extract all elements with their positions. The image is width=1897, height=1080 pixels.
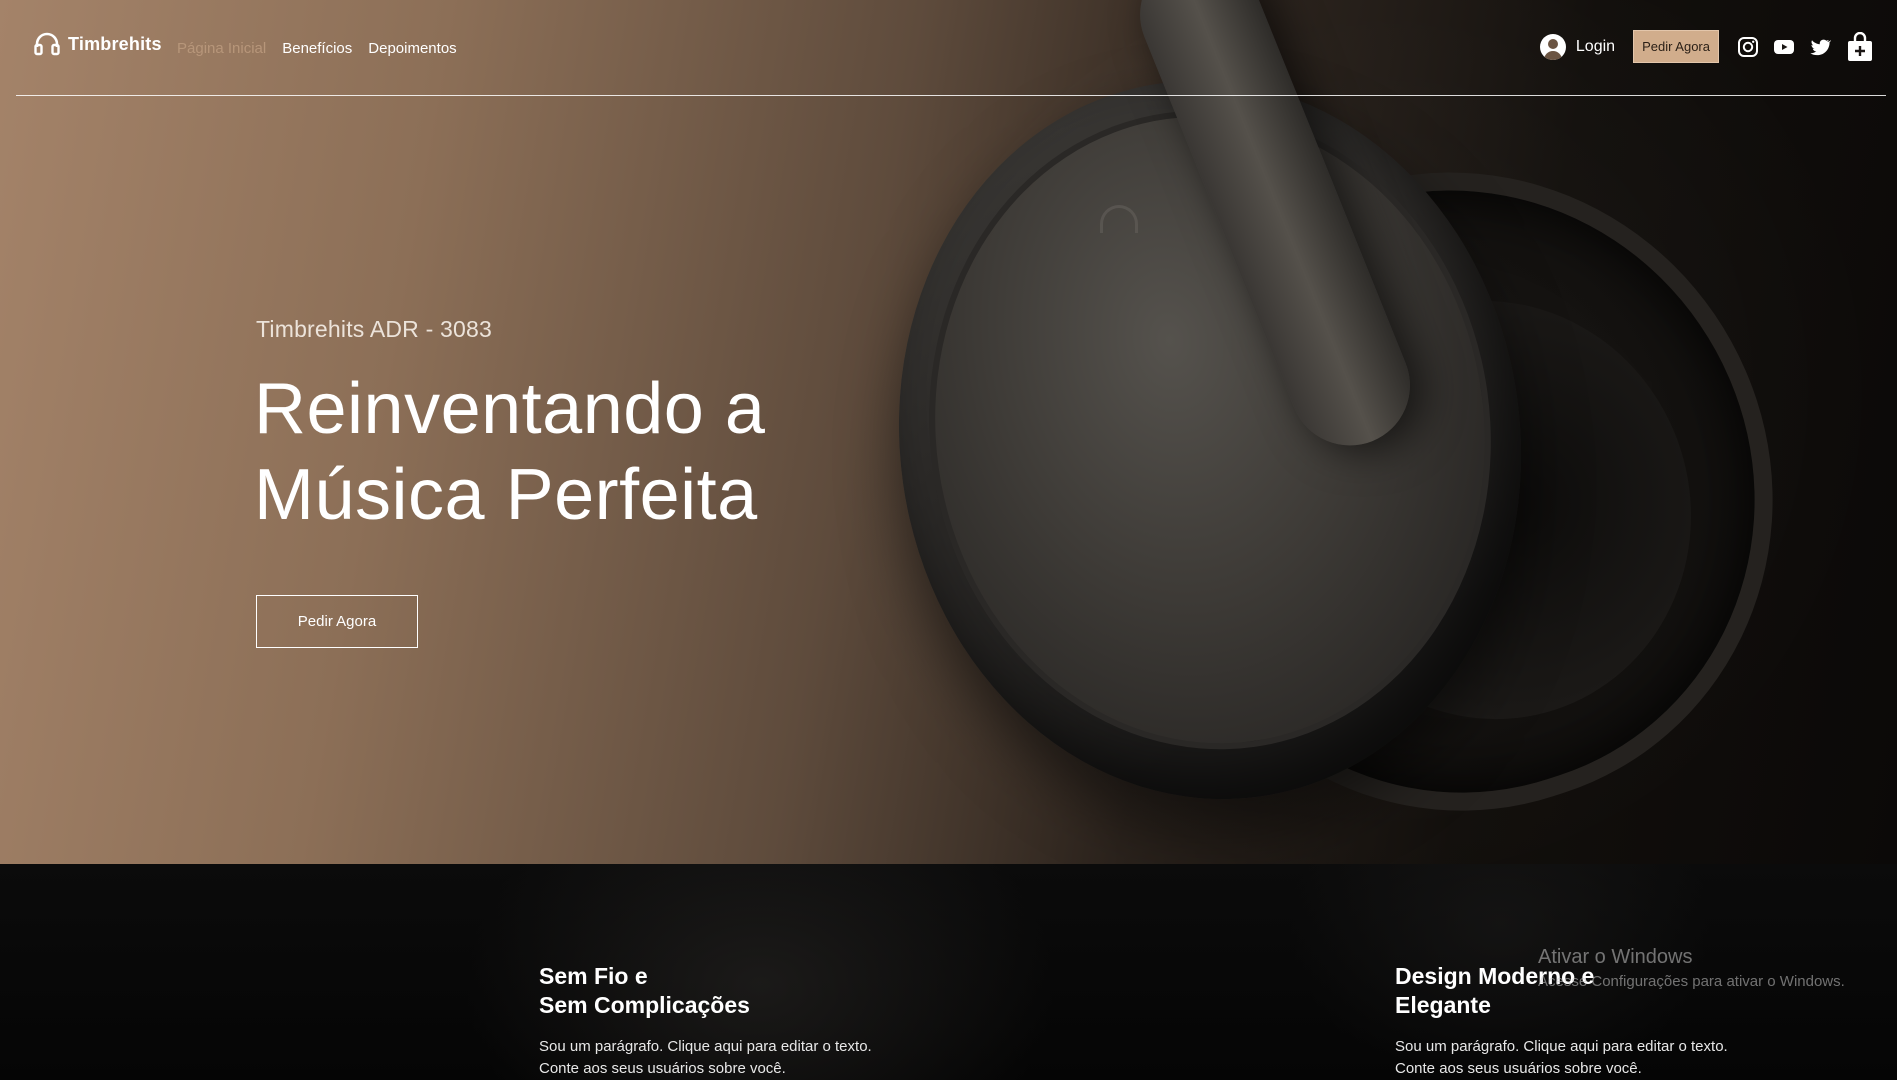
brand-logo[interactable]: Timbrehits xyxy=(34,32,162,56)
top-navigation: Timbrehits Página Inicial Benefícios Dep… xyxy=(0,0,1897,96)
feature-title: Sem Fio e Sem Complicações xyxy=(539,962,919,1020)
nav-divider xyxy=(16,95,1886,96)
nav-item-home[interactable]: Página Inicial xyxy=(177,40,266,57)
login-button[interactable]: Login xyxy=(1539,33,1616,60)
nav-order-button[interactable]: Pedir Agora xyxy=(1633,30,1719,63)
user-avatar-icon xyxy=(1539,33,1566,60)
feature-card-wireless: Sem Fio e Sem Complicações Sou um parágr… xyxy=(539,962,919,1080)
brand-name: Timbrehits xyxy=(68,33,162,54)
headline-line-2: Música Perfeita xyxy=(254,455,758,535)
nav-item-testimonials[interactable]: Depoimentos xyxy=(368,40,456,57)
social-links xyxy=(1737,36,1831,58)
feature-title-line-2: Sem Complicações xyxy=(539,992,750,1018)
nav-item-benefits[interactable]: Benefícios xyxy=(282,40,352,57)
hero-section: Timbrehits ADR - 3083 Reinventando a Mús… xyxy=(0,0,1897,864)
headphones-icon xyxy=(34,32,60,56)
instagram-icon[interactable] xyxy=(1737,36,1759,58)
hero-subtitle: Timbrehits ADR - 3083 xyxy=(256,316,492,342)
windows-activation-watermark: Ativar o Windows Acesse Configurações pa… xyxy=(1538,946,1845,990)
feature-text-line-2: Conte aos seus usuários sobre você. xyxy=(539,1060,786,1077)
feature-title-line-1: Sem Fio e xyxy=(539,963,648,989)
twitter-icon[interactable] xyxy=(1809,36,1831,58)
watermark-title: Ativar o Windows xyxy=(1538,946,1693,968)
hero-order-button[interactable]: Pedir Agora xyxy=(256,595,418,648)
feature-text: Sou um parágrafo. Clique aqui para edita… xyxy=(1395,1036,1775,1080)
right-navigation: Login Pedir Agora xyxy=(1539,30,1873,63)
login-label: Login xyxy=(1575,37,1616,55)
feature-text-line-1: Sou um parágrafo. Clique aqui para edita… xyxy=(539,1038,872,1055)
feature-title-line-2: Elegante xyxy=(1395,992,1491,1018)
feature-text-line-2: Conte aos seus usuários sobre você. xyxy=(1395,1060,1642,1077)
headline-line-1: Reinventando a xyxy=(254,369,766,449)
watermark-text: Acesse Configurações para ativar o Windo… xyxy=(1538,973,1845,990)
feature-text-line-1: Sou um parágrafo. Clique aqui para edita… xyxy=(1395,1038,1728,1055)
youtube-icon[interactable] xyxy=(1773,36,1795,58)
feature-text: Sou um parágrafo. Clique aqui para edita… xyxy=(539,1036,919,1080)
shopping-bag-icon[interactable] xyxy=(1847,31,1873,62)
hero-headline: Reinventando a Música Perfeita xyxy=(254,366,765,538)
main-menu: Página Inicial Benefícios Depoimentos xyxy=(177,40,457,57)
